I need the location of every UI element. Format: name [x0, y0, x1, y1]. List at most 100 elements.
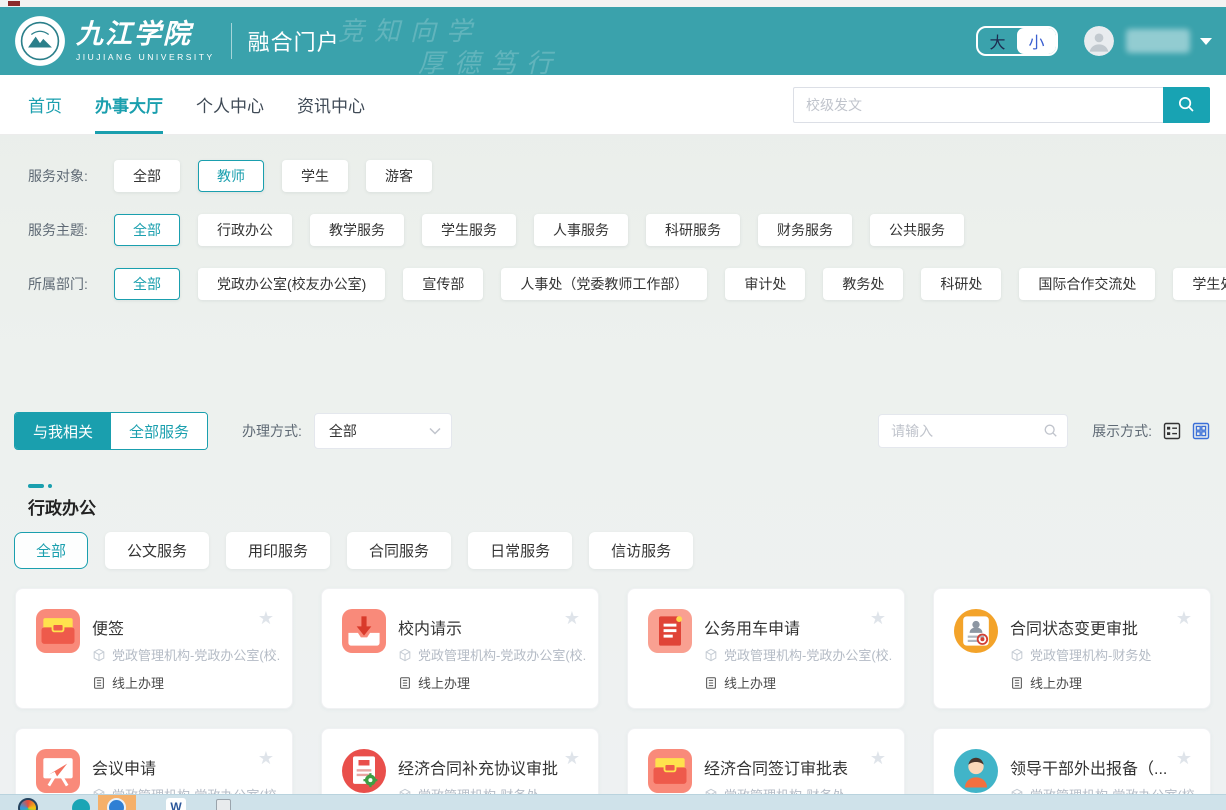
- service-card[interactable]: 公务用车申请 ★ 党政管理机构-党政办公室(校... 线上办理: [627, 588, 905, 709]
- method-label: 办理方式:: [242, 421, 302, 441]
- service-search: [878, 414, 1068, 448]
- favorite-star-icon[interactable]: ★: [258, 749, 274, 767]
- app-header: 九江学院 JIUJIANG UNIVERSITY 融合门户 竞知向学 厚德笃行 …: [0, 7, 1226, 75]
- service-card[interactable]: 校内请示 ★ 党政管理机构-党政办公室(校... 线上办理: [321, 588, 599, 709]
- university-name-block: 九江学院 JIUJIANG UNIVERSITY: [76, 20, 215, 61]
- favorite-star-icon[interactable]: ★: [1176, 749, 1192, 767]
- filter-option[interactable]: 全部: [114, 160, 180, 192]
- filter-row-service-object: 服务对象: 全部教师学生游客: [14, 160, 1212, 192]
- university-name-en: JIUJIANG UNIVERSITY: [76, 52, 215, 62]
- favorite-star-icon[interactable]: ★: [870, 749, 886, 767]
- category-chip[interactable]: 日常服务: [468, 532, 572, 569]
- contract-stamp-icon: [954, 609, 998, 653]
- word-icon[interactable]: W: [166, 798, 186, 810]
- filter-option[interactable]: 宣传部: [403, 268, 483, 300]
- favorite-star-icon[interactable]: ★: [1176, 609, 1192, 627]
- filter-option[interactable]: 公共服务: [870, 214, 964, 246]
- grid-view-icon[interactable]: [1192, 422, 1210, 440]
- notepad-icon[interactable]: [216, 799, 231, 810]
- nav-tab[interactable]: 办事大厅: [95, 75, 163, 134]
- favorite-star-icon[interactable]: ★: [258, 609, 274, 627]
- briefcase-note-icon: [648, 749, 692, 793]
- filter-option[interactable]: 国际合作交流处: [1019, 268, 1155, 300]
- username-redacted: [1126, 29, 1190, 53]
- tab-related-to-me[interactable]: 与我相关: [15, 413, 111, 449]
- window-chrome-strip: [0, 0, 1226, 7]
- document-lines-icon: [1010, 676, 1024, 690]
- os-taskbar: W: [0, 794, 1226, 810]
- filter-option[interactable]: 全部: [114, 268, 180, 300]
- filter-option[interactable]: 科研服务: [646, 214, 740, 246]
- service-method: 线上办理: [398, 673, 470, 692]
- service-method: 线上办理: [1010, 673, 1082, 692]
- filter-option[interactable]: 行政办公: [198, 214, 292, 246]
- section-header: 行政办公: [28, 484, 96, 519]
- category-chip[interactable]: 用印服务: [226, 532, 330, 569]
- search-input[interactable]: [793, 87, 1163, 123]
- tab-all-services[interactable]: 全部服务: [111, 413, 207, 449]
- font-size-large-button[interactable]: 大: [978, 28, 1017, 54]
- header-divider: [231, 23, 232, 59]
- service-title: 经济合同补充协议审批: [398, 755, 558, 779]
- filter-option[interactable]: 人事服务: [534, 214, 628, 246]
- filter-option[interactable]: 教务处: [823, 268, 903, 300]
- service-card-grid: 便签 ★ 党政管理机构-党政办公室(校... 线上办理 校内: [15, 588, 1211, 810]
- service-card[interactable]: 合同状态变更审批 ★ 党政管理机构-财务处 线上办理: [933, 588, 1211, 709]
- category-chip[interactable]: 公文服务: [105, 532, 209, 569]
- favorite-star-icon[interactable]: ★: [870, 609, 886, 627]
- filter-option[interactable]: 学生服务: [422, 214, 516, 246]
- nav-tab[interactable]: 首页: [28, 75, 62, 134]
- nav-tabs: 首页 办事大厅 个人中心 资讯中心: [28, 75, 398, 134]
- document-lines-icon: [92, 676, 106, 690]
- service-toolbar: 与我相关 全部服务 办理方式: 全部 展示方式:: [0, 412, 1226, 450]
- section-chips: 全部公文服务用印服务合同服务日常服务信访服务: [14, 532, 710, 569]
- method-selected-value: 全部: [329, 421, 357, 441]
- filter-label: 所属部门:: [28, 274, 114, 294]
- chevron-down-icon: [429, 427, 441, 435]
- meeting-board-icon: [36, 749, 80, 793]
- header-right-group: 大 小: [976, 26, 1212, 56]
- nav-tab[interactable]: 资讯中心: [297, 75, 365, 134]
- filter-option[interactable]: 教学服务: [310, 214, 404, 246]
- filter-option[interactable]: 科研处: [921, 268, 1001, 300]
- list-view-icon[interactable]: [1163, 422, 1181, 440]
- filter-option[interactable]: 学生处: [1173, 268, 1226, 300]
- method-select[interactable]: 全部: [314, 413, 452, 449]
- nav-tab[interactable]: 个人中心: [196, 75, 264, 134]
- filter-option[interactable]: 审计处: [725, 268, 805, 300]
- service-title: 经济合同签订审批表: [704, 755, 848, 779]
- red-document-icon: [648, 609, 692, 653]
- search-button[interactable]: [1163, 87, 1210, 123]
- filter-option[interactable]: 全部: [114, 214, 180, 246]
- filter-option[interactable]: 学生: [282, 160, 348, 192]
- filter-option[interactable]: 党政办公室(校友办公室): [198, 268, 385, 300]
- category-chip[interactable]: 信访服务: [589, 532, 693, 569]
- service-method: 线上办理: [92, 673, 164, 692]
- filter-label: 服务对象:: [28, 166, 114, 186]
- service-card[interactable]: 便签 ★ 党政管理机构-党政办公室(校... 线上办理: [15, 588, 293, 709]
- service-title: 便签: [92, 615, 124, 639]
- filter-option[interactable]: 游客: [366, 160, 432, 192]
- scope-toggle: 与我相关 全部服务: [14, 412, 208, 450]
- category-chip[interactable]: 合同服务: [347, 532, 451, 569]
- organization-cube-icon: [704, 648, 718, 662]
- window-chrome-accent: [8, 1, 20, 6]
- briefcase-note-icon: [36, 609, 80, 653]
- font-size-small-button[interactable]: 小: [1017, 28, 1056, 54]
- teal-app-icon[interactable]: [72, 799, 90, 810]
- service-search-input[interactable]: [878, 414, 1068, 448]
- user-avatar-icon[interactable]: [1084, 26, 1114, 56]
- browser-icon[interactable]: [18, 798, 38, 810]
- category-chip[interactable]: 全部: [14, 532, 88, 569]
- section-title: 行政办公: [28, 494, 96, 519]
- filter-option[interactable]: 财务服务: [758, 214, 852, 246]
- portal-page: 九江学院 JIUJIANG UNIVERSITY 融合门户 竞知向学 厚德笃行 …: [0, 0, 1226, 810]
- filter-option[interactable]: 人事处（党委教师工作部）: [501, 268, 707, 300]
- user-menu-caret-icon[interactable]: [1200, 38, 1212, 45]
- favorite-star-icon[interactable]: ★: [564, 609, 580, 627]
- university-seal-icon: [14, 15, 66, 67]
- blue-browser-icon[interactable]: [107, 798, 126, 810]
- service-organization: 党政管理机构-党政办公室(校...: [704, 645, 892, 664]
- favorite-star-icon[interactable]: ★: [564, 749, 580, 767]
- filter-option[interactable]: 教师: [198, 160, 264, 192]
